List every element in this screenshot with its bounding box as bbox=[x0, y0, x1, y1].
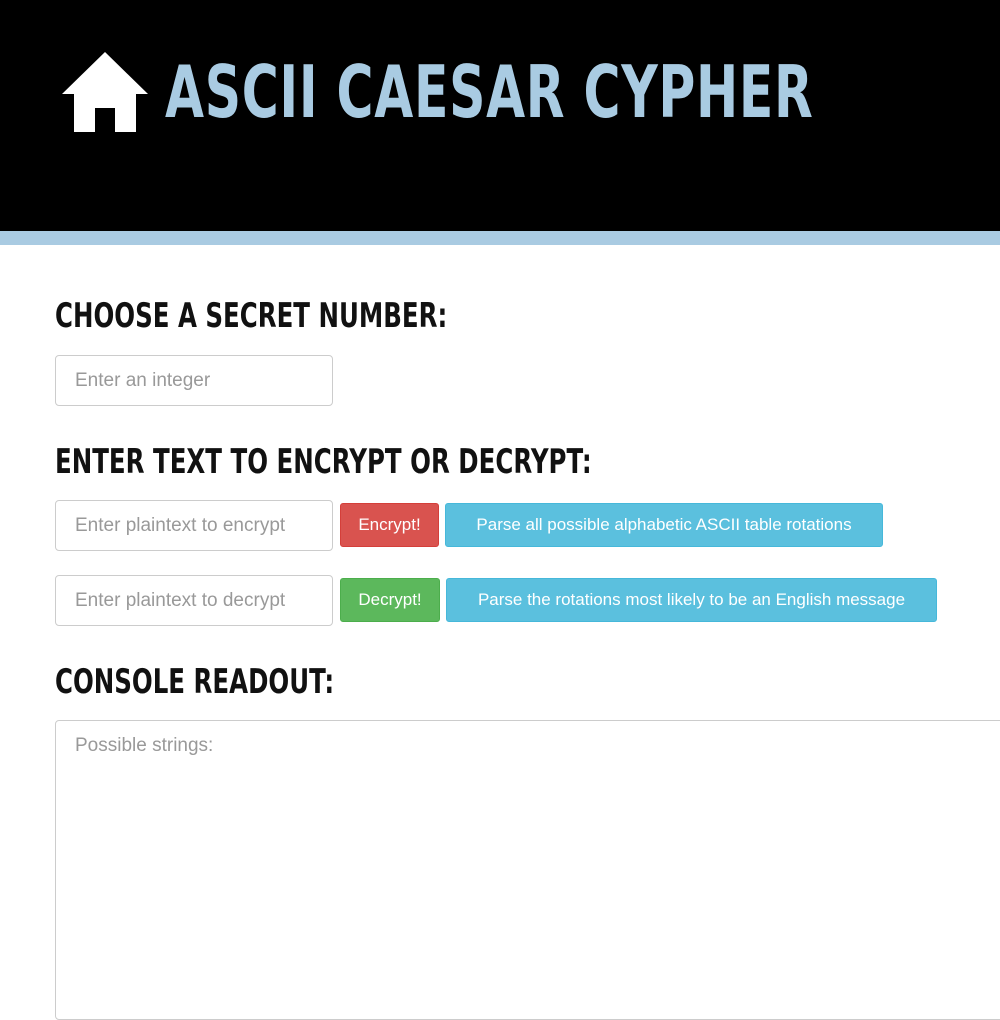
encrypt-button[interactable]: Encrypt! bbox=[340, 503, 439, 547]
console-readout-heading: CONSOLE READOUT: bbox=[55, 662, 335, 702]
decrypt-text-input[interactable] bbox=[55, 575, 333, 626]
encrypt-decrypt-heading: ENTER TEXT TO ENCRYPT OR DECRYPT: bbox=[55, 442, 592, 482]
page-title: ASCII CAESAR CYPHER bbox=[165, 50, 814, 134]
header-accent-stripe bbox=[0, 231, 1000, 245]
secret-number-input[interactable] bbox=[55, 355, 333, 406]
parse-english-rotations-button[interactable]: Parse the rotations most likely to be an… bbox=[446, 578, 937, 622]
secret-number-heading: CHOOSE A SECRET NUMBER: bbox=[55, 296, 448, 336]
home-icon[interactable] bbox=[60, 50, 150, 136]
encrypt-text-input[interactable] bbox=[55, 500, 333, 551]
console-readout-textarea[interactable] bbox=[55, 720, 1000, 1020]
parse-all-rotations-button[interactable]: Parse all possible alphabetic ASCII tabl… bbox=[445, 503, 883, 547]
decrypt-button[interactable]: Decrypt! bbox=[340, 578, 440, 622]
